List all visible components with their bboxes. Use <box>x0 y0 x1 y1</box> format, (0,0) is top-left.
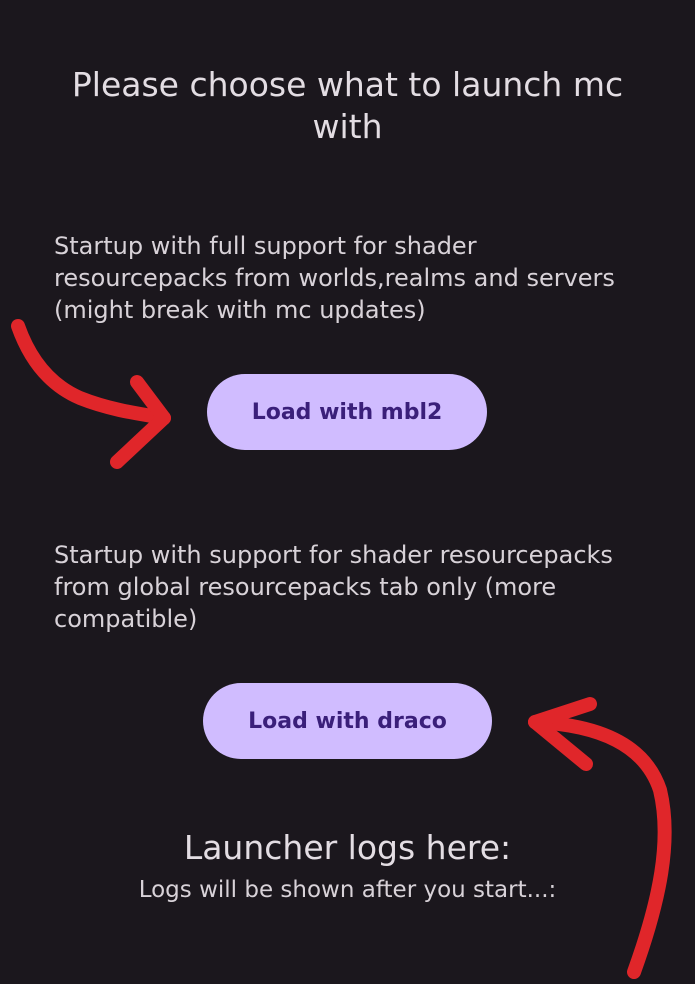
logs-text: Logs will be shown after you start...: <box>138 877 557 903</box>
draco-description: Startup with support for shader resource… <box>54 541 613 633</box>
arrow-to-mbl2-icon <box>11 319 171 425</box>
mbl2-description: Startup with full support for shader res… <box>54 232 615 324</box>
arrow-to-mbl2-head-icon <box>110 375 171 469</box>
logs-title: Launcher logs here: <box>183 828 512 867</box>
arrow-to-draco-head-icon <box>528 697 597 771</box>
load-draco-button[interactable]: Load with draco <box>203 683 492 759</box>
load-mbl2-button[interactable]: Load with mbl2 <box>207 374 487 450</box>
page-title: Please choose what to launch mc with <box>71 65 624 146</box>
